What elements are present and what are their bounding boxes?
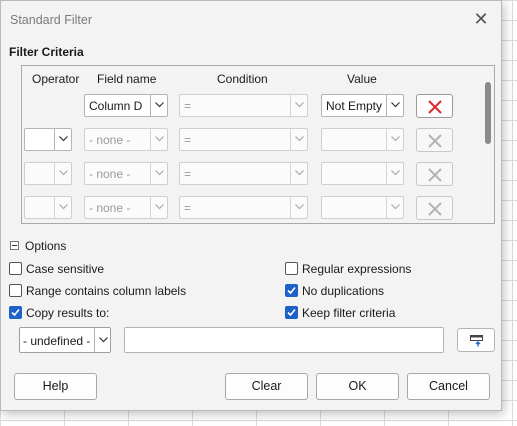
- delete-icon: [428, 100, 442, 114]
- checkbox-label: Range contains column labels: [26, 284, 187, 298]
- chevron-down-icon[interactable]: [150, 197, 167, 218]
- filter-criteria-label: Filter Criteria: [9, 45, 84, 59]
- chevron-down-icon[interactable]: [386, 163, 403, 184]
- checkmark-icon: [287, 286, 296, 295]
- operator-select-3[interactable]: [24, 162, 72, 185]
- chevron-down-icon[interactable]: [290, 163, 307, 184]
- criteria-scrollbar[interactable]: [485, 82, 491, 144]
- cancel-button[interactable]: Cancel: [407, 373, 490, 400]
- filter-criteria-panel: Operator Field name Condition Value Colu…: [21, 65, 495, 224]
- checkmark-icon: [287, 308, 296, 317]
- condition-value: =: [184, 167, 192, 181]
- value-select-3[interactable]: [321, 162, 404, 185]
- checkbox-label: Copy results to:: [26, 306, 110, 320]
- chevron-down-icon[interactable]: [386, 129, 403, 150]
- standard-filter-dialog: Standard Filter ✕ Filter Criteria Operat…: [0, 0, 502, 411]
- operator-select-4[interactable]: [24, 196, 72, 219]
- condition-value: =: [184, 133, 192, 147]
- checkbox-label: Case sensitive: [26, 262, 105, 276]
- value-select-1[interactable]: Not Empty: [321, 94, 404, 117]
- chevron-down-icon[interactable]: [54, 197, 71, 218]
- shrink-icon: [470, 335, 483, 347]
- operator-header: Operator: [32, 72, 80, 86]
- chevron-down-icon[interactable]: [290, 197, 307, 218]
- value-select-2[interactable]: [321, 128, 404, 151]
- chevron-down-icon[interactable]: [54, 129, 71, 150]
- chevron-down-icon[interactable]: [150, 129, 167, 150]
- checkbox-box[interactable]: [9, 284, 22, 297]
- condition-value: =: [184, 201, 192, 215]
- ok-button[interactable]: OK: [316, 373, 399, 400]
- chevron-down-icon[interactable]: [150, 163, 167, 184]
- shrink-dialog-button[interactable]: [457, 328, 495, 352]
- checkbox-box[interactable]: [285, 306, 298, 319]
- options-label: Options: [25, 239, 67, 253]
- field-name-value: - none -: [89, 167, 131, 181]
- chevron-down-icon[interactable]: [150, 95, 167, 116]
- copy-target-input[interactable]: [124, 327, 444, 353]
- checkmark-icon: [11, 308, 20, 317]
- condition-select-1[interactable]: =: [179, 94, 308, 117]
- field-name-select-4[interactable]: - none -: [84, 196, 168, 219]
- field-name-select-2[interactable]: - none -: [84, 128, 168, 151]
- value-header: Value: [347, 72, 377, 86]
- chevron-down-icon[interactable]: [290, 129, 307, 150]
- condition-value: =: [184, 99, 192, 113]
- checkbox-box[interactable]: [9, 262, 22, 275]
- chevron-down-icon[interactable]: [386, 197, 403, 218]
- checkbox-label: No duplications: [302, 284, 385, 298]
- delete-icon: [428, 202, 442, 216]
- checkbox-box[interactable]: [285, 284, 298, 297]
- copy-target-select[interactable]: - undefined -: [19, 327, 111, 353]
- value-select-4[interactable]: [321, 196, 404, 219]
- chevron-down-icon[interactable]: [386, 95, 403, 116]
- remove-condition-button-4[interactable]: [416, 196, 453, 220]
- operator-select-2[interactable]: [24, 128, 72, 151]
- remove-condition-button-1[interactable]: [416, 94, 453, 118]
- checkbox-label: Keep filter criteria: [302, 306, 396, 320]
- field-name-value: - none -: [89, 133, 131, 147]
- remove-condition-button-2[interactable]: [416, 128, 453, 152]
- delete-icon: [428, 168, 442, 182]
- field-name-value: - none -: [89, 201, 131, 215]
- value-text: Not Empty: [326, 99, 383, 113]
- condition-select-4[interactable]: =: [179, 196, 308, 219]
- condition-select-2[interactable]: =: [179, 128, 308, 151]
- clear-button[interactable]: Clear: [225, 373, 308, 400]
- chevron-down-icon[interactable]: [94, 328, 110, 352]
- chevron-down-icon[interactable]: [54, 163, 71, 184]
- field-name-select-1[interactable]: Column D: [84, 94, 168, 117]
- checkbox-box[interactable]: [9, 306, 22, 319]
- checkbox-label: Regular expressions: [302, 262, 412, 276]
- field-name-value: Column D: [89, 99, 143, 113]
- collapse-icon: [10, 241, 19, 250]
- remove-condition-button-3[interactable]: [416, 162, 453, 186]
- checkbox-box[interactable]: [285, 262, 298, 275]
- field-name-header: Field name: [97, 72, 157, 86]
- help-button[interactable]: Help: [14, 373, 97, 400]
- condition-select-3[interactable]: =: [179, 162, 308, 185]
- window-title: Standard Filter: [10, 13, 92, 27]
- chevron-down-icon[interactable]: [290, 95, 307, 116]
- title-bar: Standard Filter ✕: [1, 1, 501, 39]
- copy-target-value: - undefined -: [23, 334, 91, 348]
- field-name-select-3[interactable]: - none -: [84, 162, 168, 185]
- close-icon[interactable]: ✕: [471, 9, 491, 29]
- delete-icon: [428, 134, 442, 148]
- condition-header: Condition: [217, 72, 268, 86]
